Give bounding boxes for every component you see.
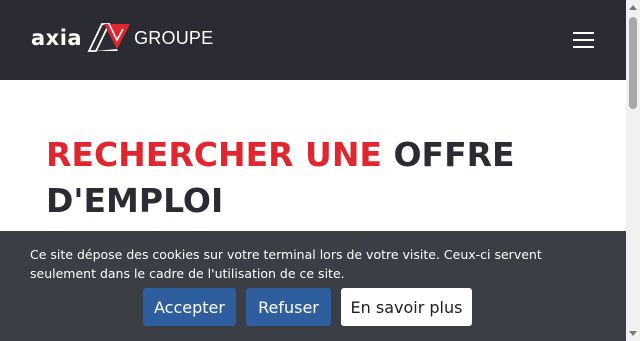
menu-bar <box>573 46 594 48</box>
cookie-banner: Ce site dépose des cookies sur votre ter… <box>0 231 626 341</box>
scrollbar-thumb[interactable] <box>629 17 637 109</box>
scroll-down-arrow-icon[interactable] <box>629 331 637 336</box>
learn-more-button[interactable]: En savoir plus <box>341 288 472 326</box>
hamburger-menu-icon[interactable] <box>570 28 598 52</box>
cookie-message: Ce site dépose des cookies sur votre ter… <box>30 247 542 281</box>
menu-bar <box>573 32 594 34</box>
site-header: axia GROUPE <box>0 0 626 80</box>
axia-groupe-logo[interactable]: axia GROUPE <box>31 20 213 56</box>
refuse-cookies-button[interactable]: Refuser <box>246 288 331 326</box>
logo-suffix-text: GROUPE <box>134 28 214 48</box>
page-title-accent: RECHERCHER UNE <box>46 135 382 174</box>
scroll-up-arrow-icon[interactable] <box>629 5 637 10</box>
accept-cookies-button[interactable]: Accepter <box>143 288 236 326</box>
vertical-scrollbar[interactable] <box>626 0 640 341</box>
page-title: RECHERCHER UNE OFFRE D'EMPLOI <box>46 132 566 224</box>
axia-logo-mark-icon <box>87 23 131 52</box>
logo-brand-text: axia <box>31 25 83 50</box>
menu-bar <box>573 39 594 41</box>
